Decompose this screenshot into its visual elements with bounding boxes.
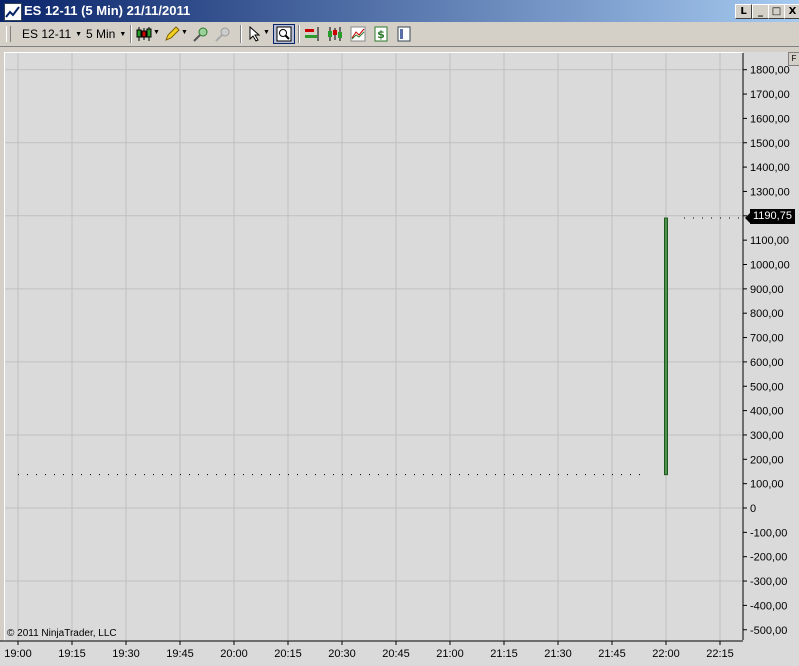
copyright-text: © 2011 NinjaTrader, LLC [7,628,117,639]
time-tick-label: 19:45 [166,648,194,660]
price-tick-label: 600,00 [750,357,784,369]
price-tick-label: 1500,00 [750,138,790,150]
time-tick-label: 22:00 [652,648,680,660]
price-tick-label: 700,00 [750,333,784,345]
last-price-tag: 1190,75 [750,209,795,224]
price-tick-label: 0 [750,503,756,515]
price-tick-label: 500,00 [750,381,784,393]
price-tick-label: -300,00 [750,576,787,588]
time-tick-label: 21:30 [544,648,572,660]
price-tick-label: 1700,00 [750,89,790,101]
price-tick-label: 1600,00 [750,113,790,125]
time-tick-label: 20:45 [382,648,410,660]
price-tick-label: 1400,00 [750,162,790,174]
price-tick-label: 300,00 [750,430,784,442]
time-tick-label: 21:00 [436,648,464,660]
price-tick-label: 900,00 [750,284,784,296]
price-tick-label: -500,00 [750,625,787,637]
time-tick-label: 19:30 [112,648,140,660]
time-tick-label: 20:00 [220,648,248,660]
price-tick-label: 1800,00 [750,65,790,77]
time-tick-label: 22:15 [706,648,734,660]
time-tick-label: 19:15 [58,648,86,660]
time-tick-label: 21:15 [490,648,518,660]
price-tick-label: 1000,00 [750,260,790,272]
time-tick-label: 19:00 [4,648,32,660]
price-tick-label: 400,00 [750,406,784,418]
price-tick-label: -100,00 [750,527,787,539]
price-bar [664,217,668,476]
price-tick-label: 1300,00 [750,186,790,198]
price-tick-label: 100,00 [750,479,784,491]
price-tick-label: -200,00 [750,552,787,564]
time-tick-label: 20:15 [274,648,302,660]
time-tick-label: 20:30 [328,648,356,660]
price-tick-label: -400,00 [750,600,787,612]
time-tick-label: 21:45 [598,648,626,660]
price-tick-label: 1100,00 [750,235,789,247]
price-tick-label: 800,00 [750,308,784,320]
scroll-right-button[interactable]: F [788,52,799,66]
price-chart[interactable]: 1800,00 1700,00 1600,00 1500,00 1400,00 1300,… [0,0,799,666]
price-tick-label: 200,00 [750,454,784,466]
